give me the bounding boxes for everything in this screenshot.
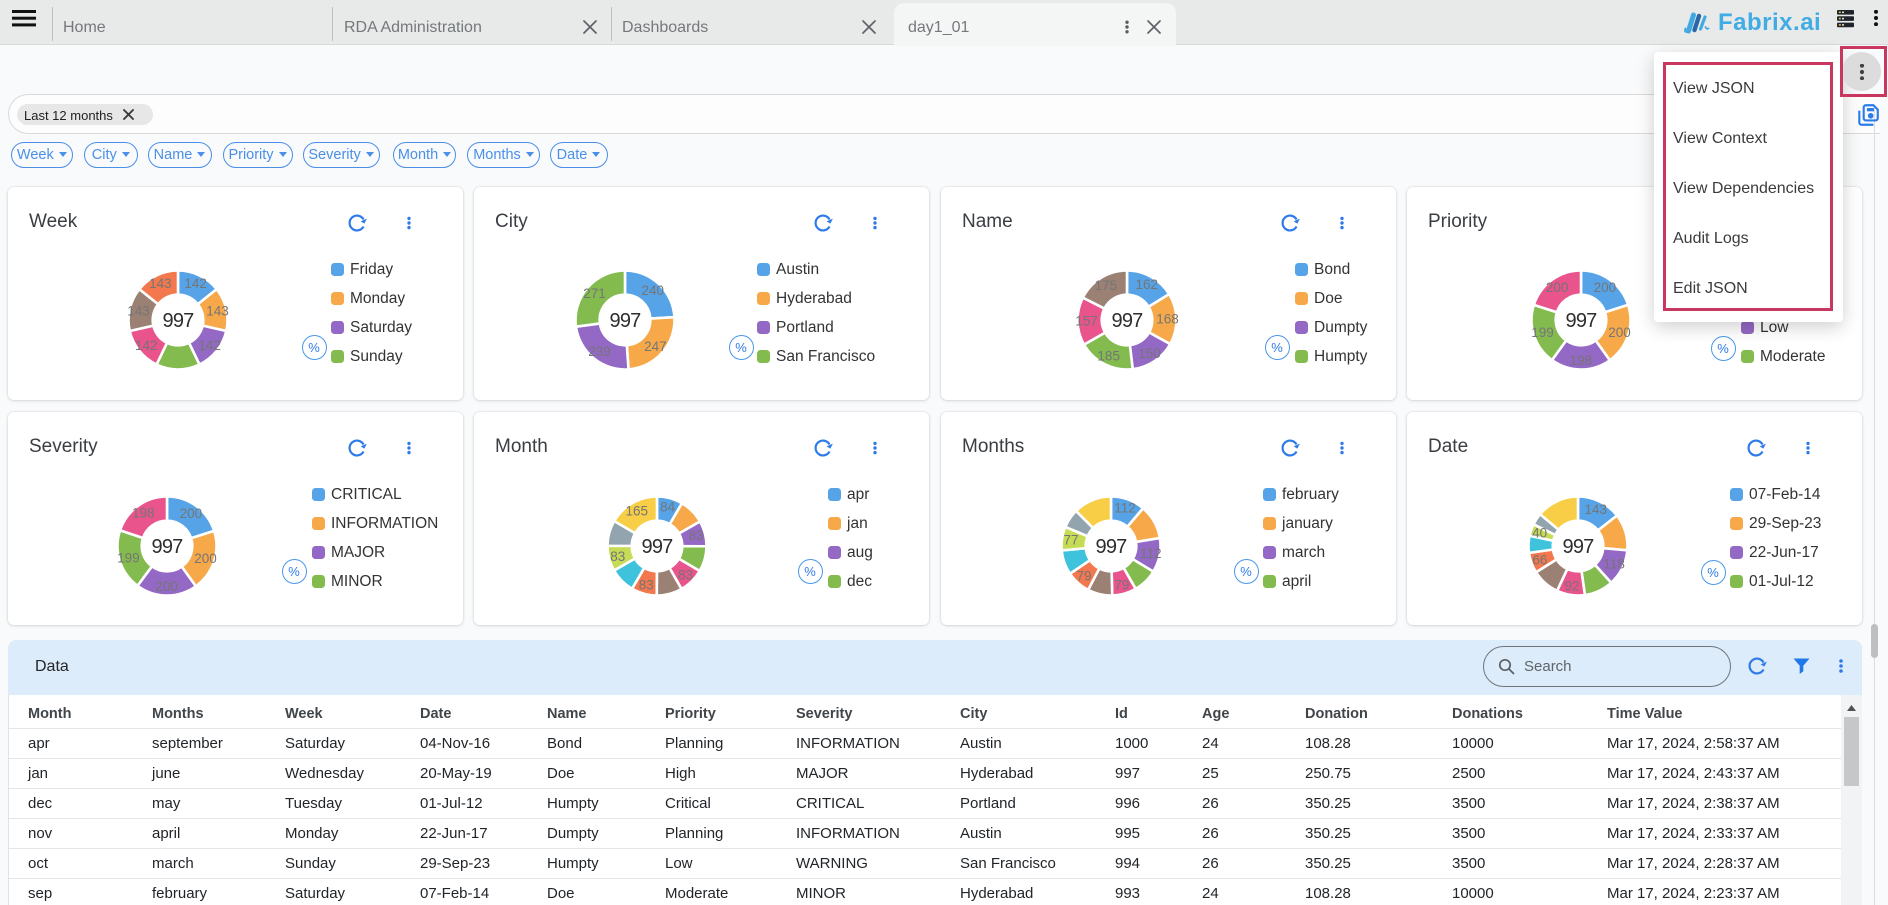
svg-text:79: 79 (1076, 569, 1091, 584)
svg-text:185: 185 (1097, 349, 1120, 364)
svg-text:66: 66 (1532, 552, 1547, 567)
svg-text:200: 200 (1594, 280, 1617, 295)
svg-text:200: 200 (194, 551, 217, 566)
svg-text:84: 84 (660, 499, 676, 514)
svg-text:83: 83 (678, 567, 693, 582)
svg-text:239: 239 (588, 344, 611, 359)
svg-text:142: 142 (184, 276, 207, 291)
svg-text:83: 83 (689, 528, 704, 543)
svg-text:997: 997 (1566, 310, 1598, 332)
svg-text:165: 165 (626, 503, 649, 518)
svg-text:199: 199 (117, 551, 140, 566)
svg-text:143: 143 (149, 276, 172, 291)
svg-text:247: 247 (644, 339, 667, 354)
svg-text:997: 997 (163, 310, 195, 332)
svg-text:271: 271 (583, 286, 606, 301)
svg-text:198: 198 (1570, 353, 1593, 368)
svg-text:200: 200 (155, 579, 178, 594)
svg-text:175: 175 (1095, 278, 1118, 293)
svg-text:92: 92 (1564, 579, 1579, 594)
svg-text:200: 200 (180, 506, 203, 521)
svg-text:997: 997 (152, 536, 184, 558)
svg-text:200: 200 (1546, 280, 1569, 295)
svg-text:142: 142 (198, 338, 221, 353)
svg-text:997: 997 (1563, 536, 1595, 558)
svg-text:142: 142 (135, 338, 158, 353)
svg-text:143: 143 (206, 304, 229, 319)
svg-text:997: 997 (642, 536, 674, 558)
svg-text:79: 79 (1114, 578, 1129, 593)
svg-text:168: 168 (1156, 312, 1179, 327)
svg-text:157: 157 (1075, 314, 1098, 329)
svg-text:40: 40 (1532, 525, 1547, 540)
svg-text:112: 112 (1140, 546, 1162, 561)
svg-text:200: 200 (1608, 325, 1631, 340)
svg-text:240: 240 (642, 283, 665, 298)
svg-text:83: 83 (639, 578, 654, 593)
svg-text:997: 997 (1112, 310, 1144, 332)
svg-text:162: 162 (1136, 277, 1159, 292)
svg-text:997: 997 (1096, 536, 1128, 558)
svg-text:143: 143 (1585, 502, 1608, 517)
svg-text:198: 198 (132, 506, 155, 521)
svg-text:143: 143 (127, 304, 150, 319)
svg-text:118: 118 (1603, 557, 1625, 572)
svg-text:112: 112 (1114, 501, 1136, 516)
svg-text:997: 997 (610, 310, 642, 332)
svg-text:150: 150 (1138, 346, 1161, 361)
svg-text:83: 83 (610, 549, 625, 564)
svg-text:199: 199 (1531, 325, 1554, 340)
svg-text:77: 77 (1063, 532, 1078, 547)
